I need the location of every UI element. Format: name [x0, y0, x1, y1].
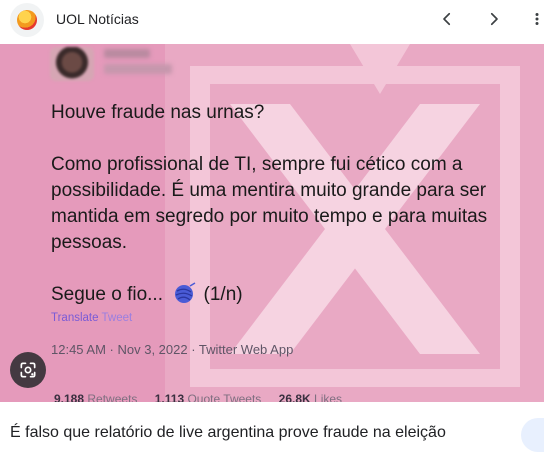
- source-header: UOL Notícias: [0, 0, 544, 44]
- google-lens-button[interactable]: [10, 352, 46, 388]
- translate-label: Translate: [51, 312, 99, 324]
- tweet-body: Como profissional de TI, sempre fui céti…: [51, 154, 488, 253]
- thread-suffix: (1/n): [203, 284, 243, 305]
- tweet-stats: 9.188 Retweets 1.113 Quote Tweets 26,8K …: [54, 392, 356, 402]
- yarn-ball-icon: [175, 282, 196, 303]
- next-button[interactable]: [481, 8, 507, 30]
- quotes-label: Quote Tweets: [187, 392, 262, 402]
- chevron-left-icon: [443, 12, 451, 26]
- google-lens-icon: [20, 362, 36, 378]
- tweet-screenshot-image[interactable]: Houve fraude nas urnas? Como profissiona…: [0, 44, 544, 402]
- blurred-username: [104, 49, 150, 58]
- quotes-count: 1.113: [154, 392, 185, 402]
- chevron-right-icon: [490, 12, 498, 26]
- more-vert-icon: [535, 13, 539, 25]
- previous-button[interactable]: [434, 8, 460, 30]
- retweets-count: 9.188: [54, 392, 85, 402]
- thread-prefix: Segue o fio...: [51, 284, 163, 305]
- avatar: [50, 47, 94, 81]
- translate-tweet-label: Tweet: [101, 312, 133, 324]
- image-caption-link[interactable]: É falso que relatório de live argentina …: [10, 424, 446, 442]
- uol-logo-icon: [10, 3, 44, 37]
- site-name[interactable]: UOL Notícias: [56, 11, 139, 27]
- tweet-question: Houve fraude nas urnas?: [51, 102, 265, 123]
- likes-label: Likes: [314, 392, 343, 402]
- visit-button[interactable]: [521, 418, 544, 452]
- blurred-handle: [104, 64, 172, 74]
- retweets-label: Retweets: [87, 392, 138, 402]
- more-options-button[interactable]: [530, 8, 544, 30]
- translate-tweet-link: Translate Tweet: [51, 312, 132, 324]
- tweet-timestamp: 12:45 AM · Nov 3, 2022 · Twitter Web App: [51, 342, 294, 357]
- tweet-thread-line: Segue o fio... (1/n): [51, 282, 243, 308]
- likes-count: 26,8K: [278, 392, 311, 402]
